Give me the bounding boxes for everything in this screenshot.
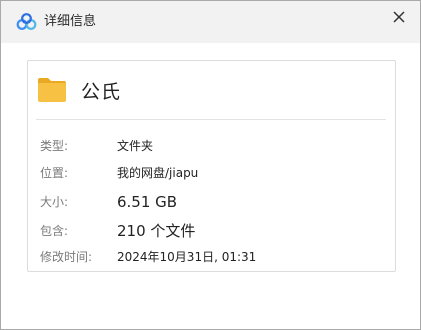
location-value: 我的网盘/jiapu bbox=[117, 166, 199, 180]
modified-label: 修改时间: bbox=[40, 250, 93, 264]
divider bbox=[36, 119, 386, 120]
folder-icon bbox=[36, 73, 68, 105]
baidu-netdisk-logo-icon bbox=[16, 13, 37, 31]
modified-value: 2024年10月31日, 01:31 bbox=[117, 250, 257, 264]
size-label: 大小: bbox=[40, 195, 69, 209]
details-card: 公氏 类型: 文件夹 位置: 我的网盘/jiapu 大小: 6.51 GB 包含… bbox=[27, 60, 396, 272]
title-bar: 详细信息 bbox=[1, 1, 420, 43]
close-button[interactable] bbox=[386, 7, 412, 31]
size-value: 6.51 GB bbox=[117, 193, 178, 211]
close-icon bbox=[393, 11, 405, 23]
contains-value: 210 个文件 bbox=[117, 222, 196, 240]
folder-name: 公氏 bbox=[81, 81, 122, 103]
dialog-title: 详细信息 bbox=[44, 14, 97, 29]
type-value: 文件夹 bbox=[117, 139, 154, 153]
contains-label: 包含: bbox=[40, 224, 69, 238]
location-label: 位置: bbox=[40, 166, 69, 180]
type-label: 类型: bbox=[40, 139, 69, 153]
file-details-dialog: 详细信息 公氏 类型: 文件夹 位置: 我的网盘/jiapu 大小: 6.51 … bbox=[0, 0, 421, 330]
